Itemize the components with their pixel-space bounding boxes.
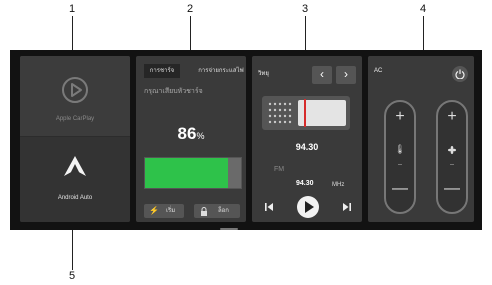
fan-icon — [448, 146, 456, 154]
chevron-left-icon: ‹ — [320, 67, 324, 81]
lock-icon — [201, 207, 207, 216]
chevron-right-icon: › — [344, 67, 348, 81]
temperature-increase-icon[interactable]: + — [386, 108, 414, 126]
radio-band: FM — [274, 166, 285, 173]
charging-tabs: การชาร์จ การจ่ายกระแสไฟ — [140, 64, 244, 78]
callout-1: 1 — [69, 3, 76, 15]
temperature-value: -- — [398, 162, 402, 168]
callout-2: 2 — [187, 3, 194, 15]
tab-charging[interactable]: การชาร์จ — [144, 64, 180, 78]
temperature-slider[interactable]: + 🌡 -- — — [384, 100, 416, 214]
lock-button[interactable]: ล็อก — [194, 204, 240, 218]
apple-carplay-tile[interactable]: Apple CarPlay — [20, 56, 130, 137]
battery-percent: 86% — [136, 124, 246, 144]
fan-decrease-icon[interactable]: — — [438, 180, 466, 198]
power-icon — [455, 69, 465, 79]
fan-speed-value: -- — [450, 162, 454, 168]
play-button[interactable] — [297, 196, 319, 218]
temperature-decrease-icon[interactable]: — — [386, 180, 414, 198]
play-icon — [305, 201, 314, 213]
fan-speed-slider[interactable]: + -- — — [436, 100, 468, 214]
battery-level-bar — [144, 157, 242, 189]
tuning-needle — [304, 99, 306, 127]
play-circle-icon — [62, 77, 88, 103]
radio-prev-button[interactable]: ‹ — [312, 66, 332, 84]
climate-panel: AC + 🌡 -- — + -- — — [368, 56, 474, 222]
skip-forward-icon[interactable] — [342, 202, 352, 212]
android-auto-icon — [64, 156, 86, 176]
radio-tuning-dial[interactable] — [262, 96, 350, 130]
skip-back-icon[interactable] — [264, 202, 274, 212]
android-auto-tile[interactable]: Android Auto — [20, 137, 130, 222]
fan-increase-icon[interactable]: + — [438, 108, 466, 126]
radio-next-button[interactable]: › — [336, 66, 356, 84]
station-frequency: 94.30 — [296, 180, 314, 187]
radio-panel: วิทยุ ‹ › 94.30 FM 94.30 MHz — [252, 56, 362, 222]
start-label: เริ่ม — [166, 208, 176, 214]
thermometer-icon: 🌡 — [394, 144, 406, 154]
android-auto-label: Android Auto — [57, 195, 93, 201]
battery-level-fill — [145, 158, 228, 188]
home-indicator[interactable] — [220, 228, 238, 230]
radio-title: วิทยุ — [258, 71, 269, 77]
battery-percent-value: 86 — [177, 124, 197, 143]
leader-line-5 — [72, 228, 73, 270]
infotainment-screen: Apple CarPlay Android Auto การชาร์จ การจ… — [10, 50, 482, 230]
charging-status-text: กรุณาเสียบหัวชาร์จ — [144, 88, 203, 95]
frequency-unit: MHz — [332, 182, 345, 188]
lock-label: ล็อก — [218, 208, 229, 214]
ac-title: AC — [374, 68, 383, 74]
lightning-icon: ⚡ — [149, 206, 159, 215]
callout-5: 5 — [69, 270, 76, 282]
radio-frequency: 94.30 — [295, 142, 319, 152]
phone-projection-panel: Apple CarPlay Android Auto — [20, 56, 130, 222]
charging-panel: การชาร์จ การจ่ายกระแสไฟ กรุณาเสียบหัวชาร… — [136, 56, 246, 222]
speaker-grille-icon — [268, 102, 292, 124]
tab-discharging[interactable]: การจ่ายกระแสไฟ — [192, 64, 246, 78]
callout-3: 3 — [302, 3, 309, 15]
battery-percent-unit: % — [196, 131, 205, 141]
ac-power-button[interactable] — [452, 66, 468, 82]
carplay-label: Apple CarPlay — [55, 116, 95, 122]
callout-4: 4 — [420, 3, 427, 15]
start-charging-button[interactable]: ⚡ เริ่ม — [144, 204, 184, 218]
